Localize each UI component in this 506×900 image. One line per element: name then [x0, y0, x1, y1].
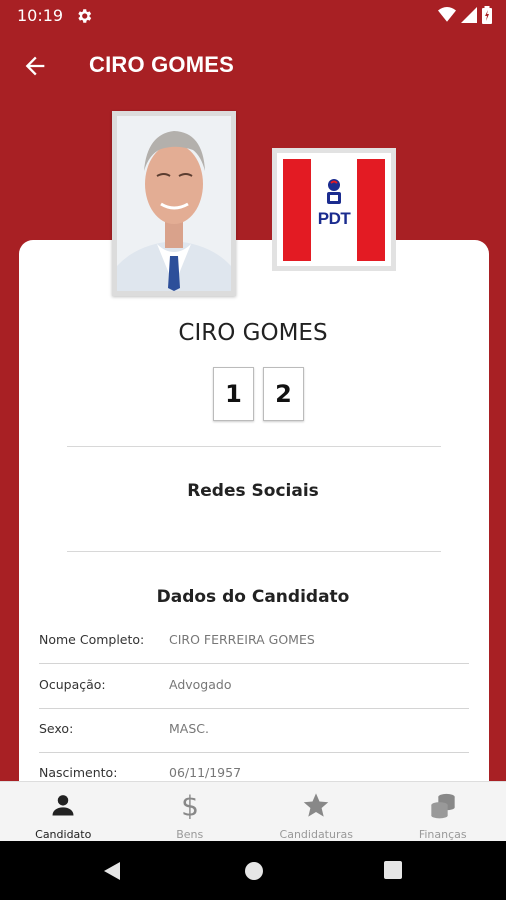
page-title: CIRO GOMES: [89, 52, 235, 77]
signal-icon: [461, 7, 477, 23]
nav-label: Finanças: [418, 828, 467, 841]
svg-text:$: $: [181, 791, 199, 819]
nav-item-financas[interactable]: Finanças: [380, 782, 506, 841]
data-label: Ocupação:: [39, 677, 106, 692]
back-arrow-icon[interactable]: [20, 52, 50, 80]
social-networks-heading: Redes Sociais: [187, 481, 319, 501]
system-home-icon[interactable]: [244, 861, 264, 881]
divider: [67, 551, 441, 552]
data-label: Nome Completo:: [39, 632, 145, 647]
party-logo-text: PDT: [317, 209, 351, 228]
party-logo: PDT: [277, 153, 391, 266]
system-recents-icon[interactable]: [384, 861, 402, 879]
data-value: MASC.: [169, 721, 209, 736]
system-navigation-bar: [0, 841, 506, 900]
data-row-sex: Sexo: MASC.: [39, 709, 469, 753]
party-logo-frame: PDT: [272, 148, 396, 271]
person-icon: [52, 795, 74, 816]
wifi-icon: [438, 7, 456, 22]
candidate-name: CIRO GOMES: [178, 320, 328, 346]
data-value: CIRO FERREIRA GOMES: [169, 632, 315, 647]
bottom-navigation: Candidato $ Bens Candidaturas Finanças: [0, 781, 506, 841]
status-icons: [438, 6, 492, 24]
nav-label: Candidato: [35, 828, 92, 841]
nav-label: Candidaturas: [279, 828, 353, 841]
battery-icon: [482, 6, 492, 24]
data-row-occupation: Ocupação: Advogado: [39, 665, 469, 709]
candidate-number: 1 2: [213, 367, 304, 421]
dollar-icon: $: [181, 791, 199, 819]
app-bar: CIRO GOMES: [0, 32, 506, 100]
party-emblem-icon: [327, 179, 341, 204]
number-digit: 1: [213, 367, 254, 421]
divider: [67, 446, 441, 447]
nav-item-candidaturas[interactable]: Candidaturas: [253, 782, 380, 841]
number-digit: 2: [263, 367, 304, 421]
coins-icon: [431, 793, 455, 819]
data-label: Nascimento:: [39, 765, 118, 780]
status-bar: 10:19: [0, 0, 506, 32]
nav-item-bens[interactable]: $ Bens: [127, 782, 254, 841]
candidate-photo-frame: [112, 111, 236, 296]
star-icon: [304, 793, 329, 817]
settings-gear-icon: [78, 9, 92, 23]
candidate-photo: [117, 116, 231, 291]
data-row-full-name: Nome Completo: CIRO FERREIRA GOMES: [39, 620, 469, 664]
data-value: Advogado: [169, 677, 232, 692]
nav-label: Bens: [176, 828, 204, 841]
data-value: 06/11/1957: [169, 765, 242, 780]
status-time: 10:19: [17, 6, 64, 25]
nav-item-candidato[interactable]: Candidato: [0, 782, 127, 841]
system-back-icon[interactable]: [102, 861, 122, 881]
candidate-data-heading: Dados do Candidato: [156, 587, 350, 607]
data-label: Sexo:: [39, 721, 74, 736]
